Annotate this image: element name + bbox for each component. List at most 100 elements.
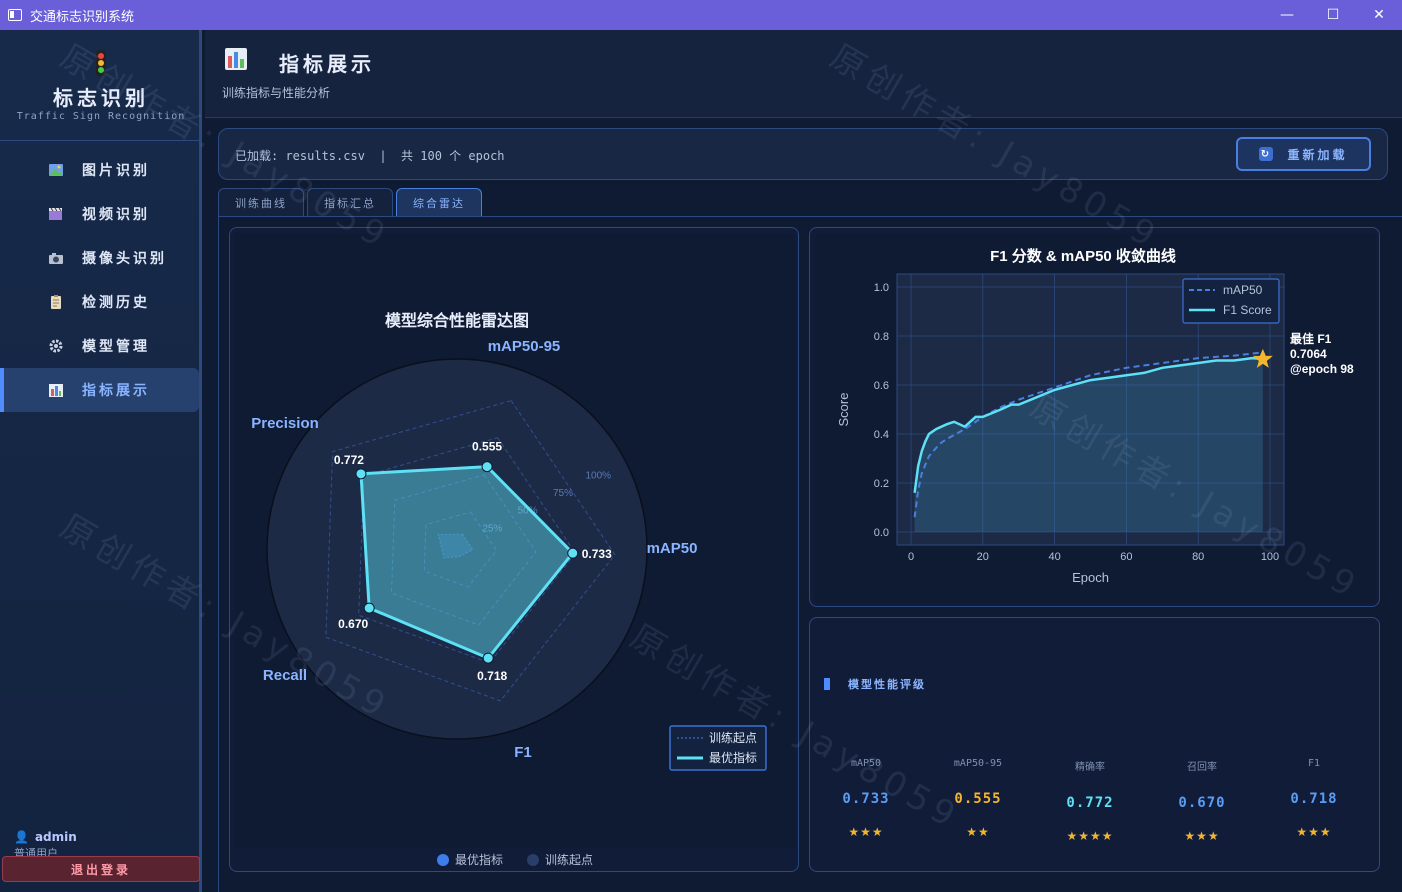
sidebar-item-video[interactable]: 视频识别 [0, 192, 199, 236]
chart-icon [225, 48, 247, 70]
radar-point [482, 652, 494, 664]
reload-button[interactable]: ↻ 重新加载 [1236, 137, 1371, 171]
legend-dot-start [527, 853, 539, 866]
tab-metrics-summary[interactable]: 指标汇总 [307, 188, 393, 216]
sidebar-item-label: 检测历史 [82, 295, 150, 311]
radar-point [567, 547, 579, 559]
score-item: mAP50 0.733 ★★★ [810, 758, 922, 843]
radar-axis-label: Recall [263, 667, 307, 684]
radar-value-label: 0.718 [477, 669, 507, 683]
user-name: admin [34, 830, 77, 844]
curve-canvas: F1 分数 & mAP50 收敛曲线 0.0 0.2 0.4 0.6 0.8 1.0 0 20 4… [815, 233, 1376, 603]
radar-axis-label: mAP50-95 [488, 338, 561, 355]
legend-item-best[interactable]: 最优指标 [436, 851, 503, 868]
sidebar-item-model[interactable]: 模型管理 [0, 324, 199, 368]
tab-radar[interactable]: 综合雷达 [396, 188, 482, 216]
score-value: 0.733 [842, 791, 890, 807]
radar-axis-label: F1 [514, 744, 532, 761]
y-tick-label: 0.0 [874, 527, 889, 539]
score-value: 0.718 [1290, 791, 1338, 807]
camera-icon [48, 251, 64, 265]
chart-title: F1 分数 & mAP50 收敛曲线 [990, 247, 1176, 265]
score-panel-title: 模型性能评级 [824, 676, 926, 692]
x-tick-label: 20 [977, 551, 989, 563]
legend-label-f1: F1 Score [1223, 303, 1272, 317]
sidebar-nav: 图片识别 视频识别 摄像头识别 检测历史 模型管理 指标展示 [0, 148, 199, 412]
score-value: 0.670 [1178, 795, 1226, 811]
radar-canvas: 模型综合性能雷达图 25% 50% 75% 100% 0.555 0.733 0.718 0.6… [235, 233, 795, 848]
x-tick-label: 100 [1261, 551, 1279, 563]
score-list: mAP50 0.733 ★★★ mAP50-95 0.555 ★★ 精确率 0.772 ★★★★… [810, 758, 1381, 843]
app-icon [8, 9, 22, 21]
radar-legend: 训练起点最优指标 [669, 725, 767, 771]
radar-axis-label: mAP50 [647, 540, 698, 557]
y-tick-label: 0.4 [874, 429, 889, 441]
legend-label-best: 最优指标 [709, 750, 757, 765]
y-tick-label: 0.8 [874, 331, 889, 343]
refresh-icon: ↻ [1259, 147, 1274, 161]
sidebar-item-metrics[interactable]: 指标展示 [0, 368, 199, 412]
score-panel: 模型性能评级 mAP50 0.733 ★★★ mAP50-95 0.555 ★★ 精确率 0.… [809, 617, 1380, 872]
traffic-light-icon [96, 50, 106, 76]
y-tick-label: 0.6 [874, 380, 889, 392]
radar-title: 模型综合性能雷达图 [385, 311, 529, 330]
x-axis-label: Epoch [1072, 570, 1109, 585]
logo: 标志识别 Traffic Sign Recognition [0, 50, 202, 122]
sidebar-item-label: 视频识别 [82, 207, 150, 223]
star-rating-icon: ★★★ [1184, 829, 1220, 843]
y-tick-label: 1.0 [874, 282, 889, 294]
main-area: 指标展示 训练指标与性能分析 已加载: results.csv | 共 100 … [205, 30, 1402, 892]
radar-axis-label: Precision [251, 415, 319, 432]
legend-item-start[interactable]: 训练起点 [527, 851, 593, 868]
radar-bottom-legend: 最优指标 训练起点 [230, 851, 800, 868]
chart-legend: mAP50 F1 Score [1182, 278, 1280, 324]
legend-label-start: 训练起点 [709, 730, 757, 745]
score-label: mAP50 [850, 758, 882, 769]
video-icon [48, 207, 64, 221]
page-subtitle: 训练指标与性能分析 [222, 86, 331, 100]
user-icon: 👤 [14, 830, 29, 844]
sidebar-item-history[interactable]: 检测历史 [0, 280, 199, 324]
sidebar-item-camera[interactable]: 摄像头识别 [0, 236, 199, 280]
star-rating-icon: ★★★ [1296, 825, 1332, 839]
title-marker-icon [824, 678, 830, 690]
y-tick-label: 0.2 [874, 478, 889, 490]
maximize-button[interactable]: ☐ [1310, 0, 1356, 30]
radar-value-label: 0.772 [334, 453, 364, 467]
y-axis-label: Score [836, 393, 851, 427]
close-button[interactable]: ✕ [1356, 0, 1402, 30]
radar-value-label: 0.733 [582, 547, 612, 561]
score-item: 精确率 0.772 ★★★★ [1034, 758, 1146, 843]
x-tick-label: 40 [1048, 551, 1060, 563]
sidebar-divider [0, 140, 199, 141]
score-label: 召回率 [1187, 762, 1217, 773]
score-item: 召回率 0.670 ★★★ [1146, 758, 1258, 843]
minimize-button[interactable]: — [1264, 0, 1310, 30]
logo-name: 标志识别 [53, 86, 149, 110]
radar-point [355, 468, 367, 480]
tab-training-curves[interactable]: 训练曲线 [218, 188, 304, 216]
sidebar-item-image[interactable]: 图片识别 [0, 148, 199, 192]
logout-button[interactable]: 退出登录 [2, 856, 200, 882]
radar-value-label: 0.555 [472, 440, 502, 454]
score-value: 0.772 [1066, 795, 1114, 811]
radar-panel: 模型综合性能雷达图 25% 50% 75% 100% 0.555 0.733 0.718 0.6… [229, 227, 799, 872]
annotation-text: 最佳 F1 [1290, 331, 1332, 346]
score-value: 0.555 [954, 791, 1002, 807]
radar-point [481, 461, 493, 473]
score-label: F1 [1307, 758, 1321, 769]
score-item: F1 0.718 ★★★ [1258, 758, 1370, 843]
radar-chart: 模型综合性能雷达图25%50%75%100%0.5550.7330.7180.6… [251, 311, 767, 771]
star-rating-icon: ★★★★ [1066, 829, 1114, 843]
legend-label: 最优指标 [454, 853, 503, 867]
radar-ring-label: 100% [585, 470, 611, 481]
legend-label-map50: mAP50 [1223, 283, 1263, 297]
tab-bar: 训练曲线 指标汇总 综合雷达 [218, 188, 482, 216]
chart-icon [48, 383, 64, 397]
curve-panel: F1 分数 & mAP50 收敛曲线 0.0 0.2 0.4 0.6 0.8 1.0 0 20 4… [809, 227, 1380, 607]
x-tick-label: 0 [908, 551, 914, 563]
sidebar-item-label: 指标展示 [82, 383, 150, 399]
radar-ring-label: 75% [553, 488, 573, 499]
convergence-chart: F1 分数 & mAP50 收敛曲线 0.0 0.2 0.4 0.6 0.8 1.0 0 20 4… [836, 247, 1354, 585]
x-tick-label: 60 [1120, 551, 1132, 563]
